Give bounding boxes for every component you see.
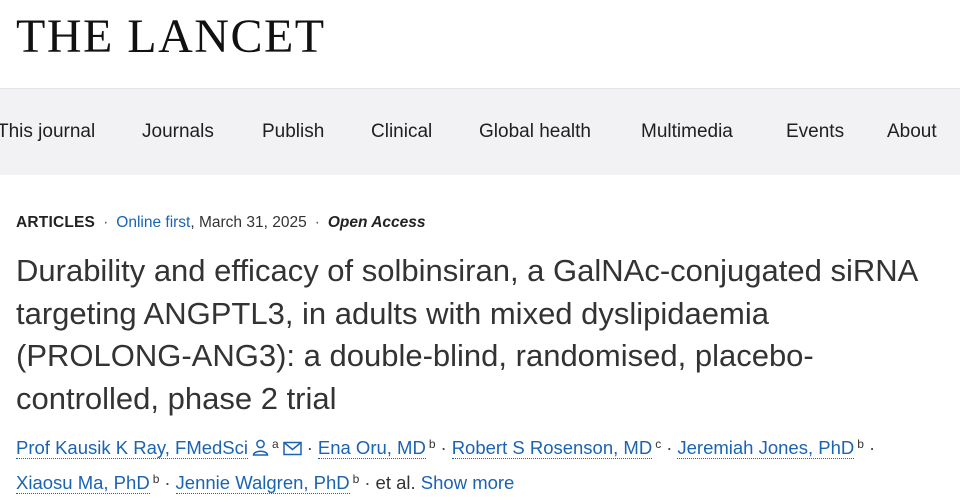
person-icon[interactable]: [252, 434, 269, 467]
affiliation-marker: b: [352, 471, 360, 486]
separator-dot: ·: [164, 471, 171, 493]
separator-dot: ·: [364, 471, 371, 493]
author-link[interactable]: Ena Oru, MD: [317, 437, 426, 459]
nav-item-clinical[interactable]: Clinical: [371, 89, 432, 175]
et-al-text: et al.: [375, 471, 416, 493]
nav-item-publish[interactable]: Publish: [262, 89, 324, 175]
online-first-link[interactable]: Online first: [116, 214, 190, 232]
article-type: ARTICLES: [16, 214, 96, 231]
publication-date: , March 31, 2025: [190, 214, 307, 231]
separator-dot: ·: [306, 437, 313, 458]
site-logo[interactable]: THE LANCET: [16, 13, 326, 61]
affiliation-marker: b: [152, 471, 160, 486]
show-more-button[interactable]: Show more: [421, 472, 515, 493]
separator-dot: ·: [440, 437, 447, 458]
author-link[interactable]: Prof Kausik K Ray, FMedSci: [16, 437, 249, 459]
author-link[interactable]: Jeremiah Jones, PhD: [677, 437, 855, 459]
author-list: Prof Kausik K Ray, FMedSci a · Ena Oru, MD b…: [16, 432, 951, 499]
nav-item-multimedia[interactable]: Multimedia: [641, 89, 733, 175]
affiliation-marker: a: [272, 437, 279, 451]
affiliation-marker: b: [857, 437, 864, 451]
masthead: THE LANCET: [16, 6, 326, 68]
separator-dot: ·: [868, 437, 876, 458]
author-link[interactable]: Jennie Walgren, PhD: [175, 471, 350, 494]
affiliation-marker: b: [428, 437, 436, 451]
main-navigation: This journal Journals Publish Clinical G…: [0, 88, 960, 175]
nav-item-global-health[interactable]: Global health: [479, 89, 591, 175]
nav-item-journals[interactable]: Journals: [142, 89, 214, 175]
open-access-badge: Open Access: [327, 214, 426, 231]
author-link[interactable]: Robert S Rosenson, MD: [451, 437, 653, 459]
article-meta: ARTICLES · Online first , March 31, 2025…: [16, 212, 426, 234]
nav-item-about[interactable]: About: [887, 89, 937, 175]
nav-item-events[interactable]: Events: [786, 89, 844, 175]
affiliation-marker: c: [655, 437, 662, 451]
separator-dot: ·: [666, 437, 673, 458]
article-title: Durability and efficacy of solbinsiran, …: [16, 253, 917, 416]
separator-dot: ·: [314, 214, 320, 231]
separator-dot: ·: [103, 214, 109, 231]
nav-item-this-journal[interactable]: This journal: [0, 89, 95, 175]
author-link[interactable]: Xiaosu Ma, PhD: [16, 471, 150, 494]
envelope-icon[interactable]: [282, 434, 302, 467]
